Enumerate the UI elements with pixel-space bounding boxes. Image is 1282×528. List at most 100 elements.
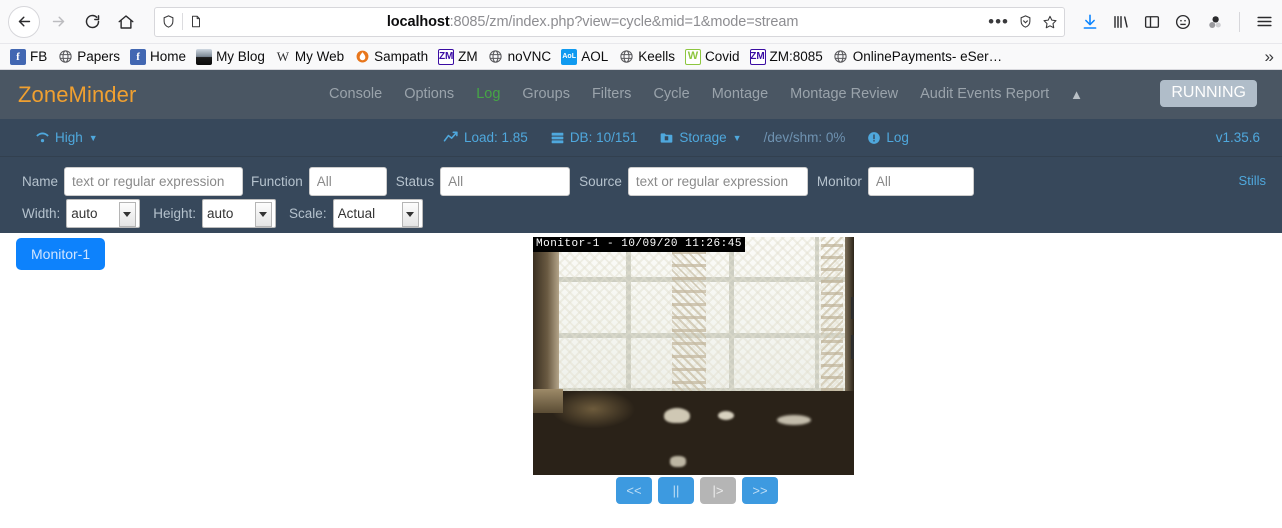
forward-arrow-icon (52, 16, 64, 27)
back-button[interactable] (8, 5, 40, 38)
bookmark-label: Papers (77, 49, 121, 64)
url-text[interactable]: localhost:8085/zm/index.php?view=cycle&m… (203, 14, 982, 30)
ellipsis-icon[interactable]: ••• (988, 13, 1009, 30)
page-title[interactable]: ZoneMinder (0, 82, 136, 108)
db-label: DB: 10/151 (569, 130, 638, 145)
load-label: Load: 1.85 (464, 130, 528, 145)
nav-montage-review[interactable]: Montage Review (779, 70, 909, 119)
monitor-input[interactable] (867, 167, 974, 196)
prev-button[interactable]: << (616, 477, 652, 504)
pause-button[interactable]: || (658, 477, 694, 504)
db-status[interactable]: DB: 10/151 (550, 130, 638, 145)
bookmark-novnc[interactable]: noVNC (484, 47, 558, 67)
caret-down-icon: ▼ (88, 132, 98, 143)
bookmark-zm[interactable]: ZM ZM (434, 47, 484, 67)
bookmark-covid[interactable]: W Covid (681, 47, 746, 67)
nav-filters[interactable]: Filters (581, 70, 642, 119)
filter-bar: Name Function Status Source Monitor Widt… (0, 156, 1282, 233)
nav-console[interactable]: Console (318, 70, 393, 119)
back-arrow-icon (18, 16, 30, 27)
source-label: Source (579, 174, 622, 189)
shm-status: /dev/shm: 0% (764, 130, 846, 145)
hamburger-menu-icon[interactable] (1255, 12, 1274, 31)
pocket-icon[interactable] (1018, 14, 1033, 29)
bookmark-zm-8085[interactable]: ZM ZM:8085 (746, 47, 829, 67)
shield-icon[interactable] (161, 14, 176, 29)
library-icon[interactable] (1112, 13, 1130, 31)
log-status[interactable]: Log (867, 130, 909, 145)
function-input[interactable] (308, 167, 387, 196)
bookmark-home[interactable]: f Home (126, 47, 192, 67)
stream-viewport[interactable]: Monitor-1 - 10/09/20 11:26:45 (533, 237, 854, 475)
name-input[interactable] (64, 167, 244, 196)
home-icon (118, 14, 134, 29)
nav-cycle[interactable]: Cycle (642, 70, 700, 119)
shm-label: /dev/shm: 0% (763, 130, 846, 145)
main-nav: Console Options Log Groups Filters Cycle… (318, 70, 1093, 119)
bookmark-aol[interactable]: AoL AOL (557, 47, 614, 67)
storage-label: Storage (679, 130, 727, 145)
bookmark-keells[interactable]: Keells (614, 47, 681, 67)
load-status[interactable]: Load: 1.85 (443, 130, 528, 145)
window-sill (533, 389, 563, 413)
database-icon (551, 132, 564, 143)
image-artifact (851, 335, 854, 359)
bookmark-label: ZM (458, 49, 478, 64)
width-select[interactable]: auto (66, 199, 141, 228)
image-artifact (851, 297, 854, 319)
nav-options[interactable]: Options (393, 70, 465, 119)
function-label: Function (251, 174, 303, 189)
download-icon[interactable] (1081, 13, 1099, 31)
nav-log[interactable]: Log (465, 70, 511, 119)
bookmark-sampath[interactable]: Sampath (350, 47, 434, 67)
bookmark-papers[interactable]: Papers (53, 47, 126, 67)
url-bar[interactable]: localhost:8085/zm/index.php?view=cycle&m… (154, 6, 1065, 37)
monitor-stream-image[interactable]: Monitor-1 - 10/09/20 11:26:45 (533, 237, 854, 475)
reload-button[interactable] (76, 6, 108, 38)
next-button[interactable]: >> (742, 477, 778, 504)
source-input[interactable] (627, 167, 808, 196)
version-label[interactable]: v1.35.6 (1216, 130, 1260, 145)
bookmark-fb[interactable]: f FB (6, 47, 53, 67)
status-label: Status (395, 174, 435, 189)
chevron-up-icon[interactable]: ▲ (1060, 70, 1093, 119)
scale-select[interactable]: Actual (332, 199, 423, 228)
bandwidth-selector[interactable]: High ▼ (35, 130, 98, 145)
monitor-1-button[interactable]: Monitor-1 (16, 238, 106, 270)
bookmark-my-blog[interactable]: My Blog (192, 47, 271, 67)
home-button[interactable] (110, 6, 142, 38)
star-icon[interactable] (1042, 14, 1058, 30)
status-input[interactable] (440, 167, 571, 196)
foreground-highlight (718, 411, 734, 420)
foreground-objects (533, 391, 854, 475)
name-label: Name (22, 174, 59, 189)
chevron-double-right-icon[interactable]: » (1265, 47, 1274, 67)
bookmark-onlinepayments[interactable]: OnlinePayments- eSer… (829, 47, 1008, 67)
zm-icon: ZM (749, 48, 766, 65)
forward-button[interactable] (42, 6, 74, 38)
container-icon[interactable] (1205, 13, 1224, 31)
height-label: Height: (153, 206, 197, 221)
status-badge[interactable]: RUNNING (1160, 80, 1257, 107)
nav-montage[interactable]: Montage (701, 70, 779, 119)
bookmark-my-web[interactable]: W My Web (271, 47, 350, 67)
photo-icon (196, 48, 213, 65)
foreground-highlight (670, 456, 686, 467)
nav-groups[interactable]: Groups (511, 70, 581, 119)
trending-up-icon (443, 131, 458, 142)
bookmark-label: FB (30, 49, 48, 64)
storage-selector[interactable]: Storage ▼ (659, 130, 742, 145)
play-button[interactable]: |> (700, 477, 736, 504)
stills-link[interactable]: Stills (1239, 173, 1266, 188)
nav-audit-events-report[interactable]: Audit Events Report (909, 70, 1060, 119)
scale-select-wrap: Actual (332, 199, 423, 228)
bookmark-label: My Web (294, 49, 345, 64)
facebook-icon: f (130, 48, 147, 65)
globe-icon (618, 49, 634, 65)
height-select-wrap: auto (202, 199, 277, 228)
account-icon[interactable] (1174, 13, 1192, 31)
height-select[interactable]: auto (202, 199, 277, 228)
sidebar-icon[interactable] (1143, 13, 1161, 31)
covid-icon: W (684, 48, 701, 65)
bookmark-label: AOL (581, 49, 609, 64)
